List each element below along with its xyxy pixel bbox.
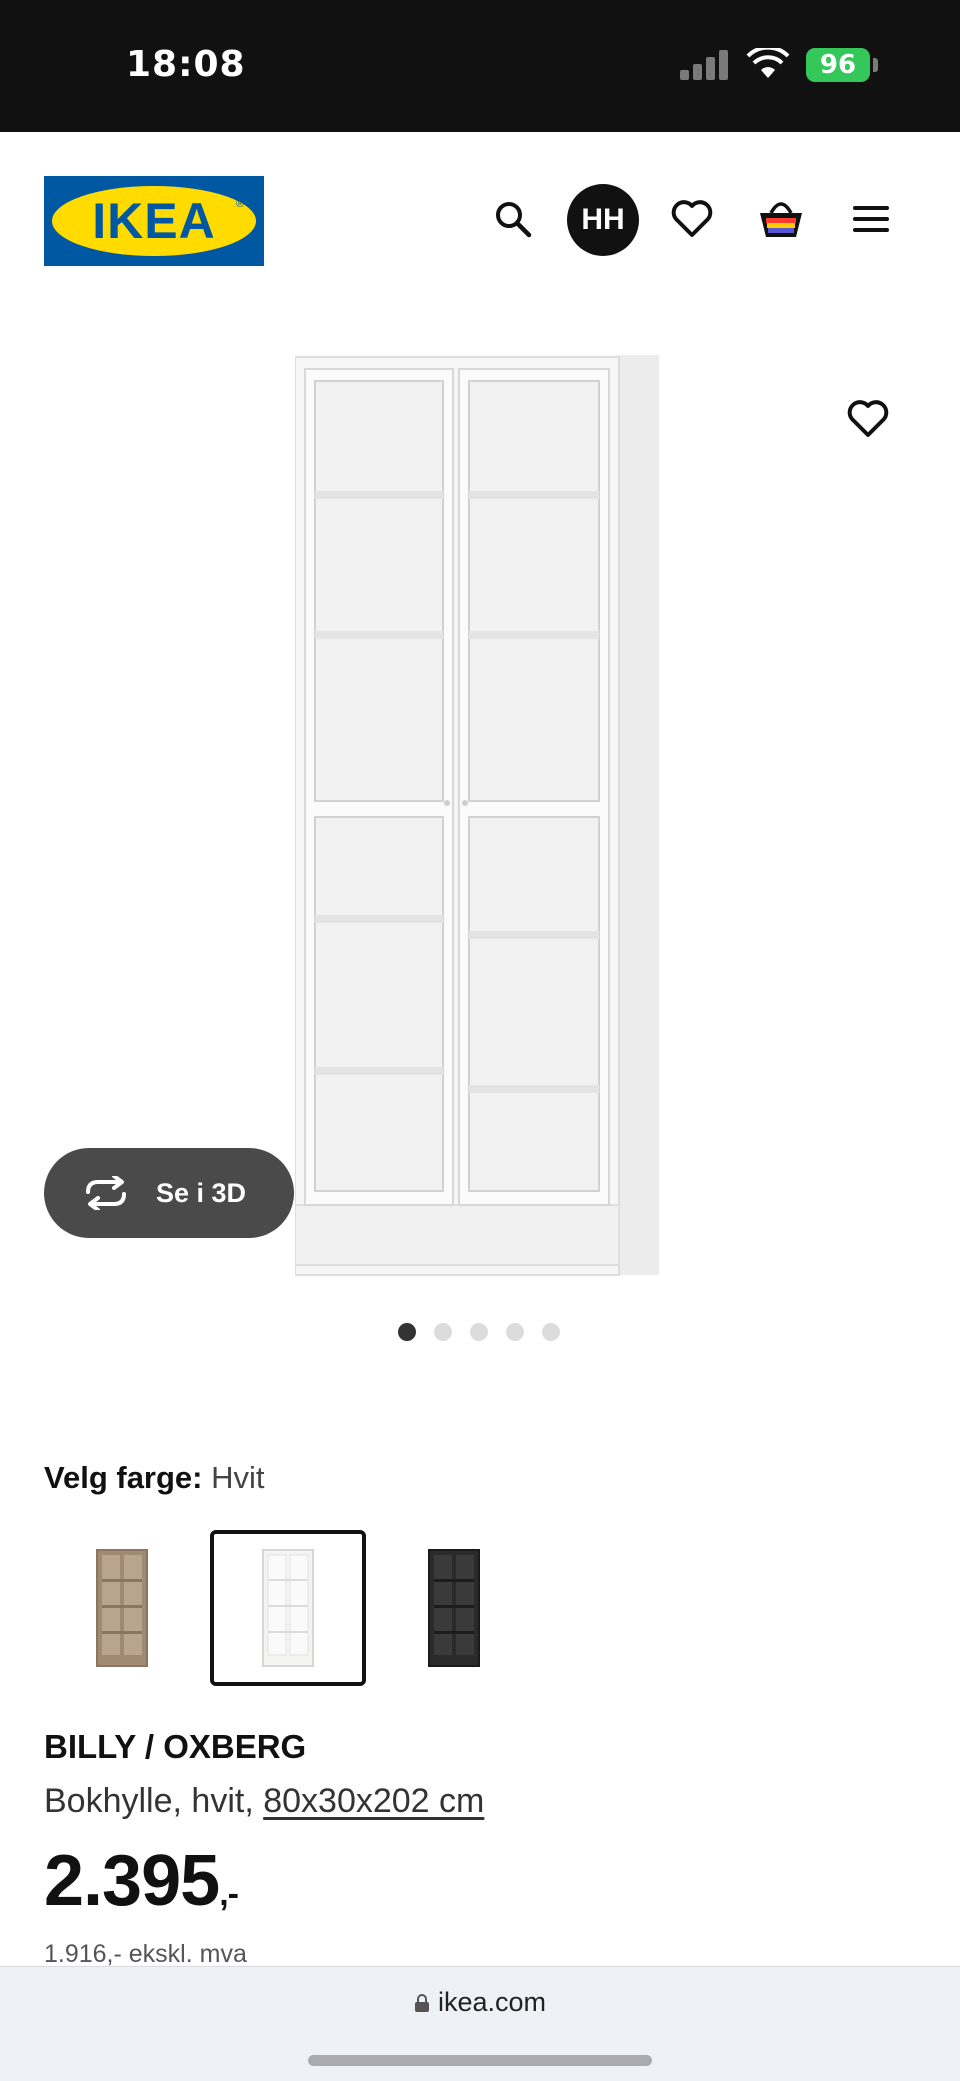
cart-button[interactable] xyxy=(756,194,806,244)
home-indicator[interactable] xyxy=(308,2055,652,2066)
status-time: 18:08 xyxy=(126,44,246,85)
battery-indicator: 96 xyxy=(806,48,870,82)
color-swatch-oak[interactable] xyxy=(44,1530,200,1686)
pagination-dot[interactable] xyxy=(434,1323,452,1341)
lock-icon xyxy=(414,1994,429,2012)
color-selector-label: Velg farge: Hvit xyxy=(44,1460,265,1496)
see-in-3d-label: Se i 3D xyxy=(156,1177,247,1208)
product-name: BILLY / OXBERG xyxy=(44,1728,307,1765)
cellular-signal-icon xyxy=(680,48,732,80)
heart-icon xyxy=(671,200,713,237)
price-excl-vat: 1.916,- ekskl. mva xyxy=(44,1940,247,1968)
battery-tip xyxy=(873,58,878,72)
pagination-dot[interactable] xyxy=(398,1323,416,1341)
product-dimensions-link[interactable]: 80x30x202 cm xyxy=(263,1782,484,1820)
white-bookcase-thumbnail xyxy=(262,1549,314,1667)
pagination-dot[interactable] xyxy=(506,1323,524,1341)
price-value: 2.395 xyxy=(44,1841,220,1921)
rotate-3d-icon xyxy=(86,1176,126,1210)
black-bookcase-thumbnail xyxy=(428,1549,480,1667)
save-to-favourites-button[interactable] xyxy=(846,399,896,449)
url-text: ikea.com xyxy=(437,1987,547,2017)
product-price: 2.395,- xyxy=(44,1840,239,1922)
color-swatch-white[interactable] xyxy=(210,1530,366,1686)
color-label-text: Velg farge: xyxy=(44,1460,203,1495)
status-bar: 18:08 96 xyxy=(0,0,960,132)
shopping-bag-icon xyxy=(760,202,802,237)
logo-text: IKEA xyxy=(92,193,216,249)
oak-bookcase-thumbnail xyxy=(96,1549,148,1667)
registered-mark: ® xyxy=(236,198,245,210)
see-in-3d-button[interactable]: Se i 3D xyxy=(44,1148,294,1238)
selected-color: Hvit xyxy=(211,1460,265,1495)
user-avatar[interactable]: HH xyxy=(567,184,639,256)
wifi-icon xyxy=(746,48,790,78)
heart-icon xyxy=(847,400,889,437)
search-icon xyxy=(496,202,532,238)
product-description: Bokhylle, hvit, 80x30x202 cm xyxy=(44,1782,484,1821)
browser-address-bar: ikea.com xyxy=(0,1966,960,2081)
price-suffix: ,- xyxy=(219,1875,239,1913)
color-swatch-black-brown[interactable] xyxy=(376,1530,532,1686)
site-header: IKEA ® HH xyxy=(0,132,960,307)
menu-button[interactable] xyxy=(846,194,896,244)
hamburger-menu-icon xyxy=(853,206,889,232)
url-field[interactable]: ikea.com xyxy=(0,1987,960,2018)
favourites-button[interactable] xyxy=(667,194,717,244)
pagination-dot[interactable] xyxy=(470,1323,488,1341)
ikea-logo[interactable]: IKEA ® xyxy=(44,176,264,266)
pagination-dot[interactable] xyxy=(542,1323,560,1341)
product-image[interactable] xyxy=(295,355,675,1285)
search-button[interactable] xyxy=(488,194,538,244)
image-pagination xyxy=(398,1323,578,1343)
product-gallery: Se i 3D xyxy=(0,307,960,1367)
product-type: Bokhylle, hvit, xyxy=(44,1782,264,1820)
